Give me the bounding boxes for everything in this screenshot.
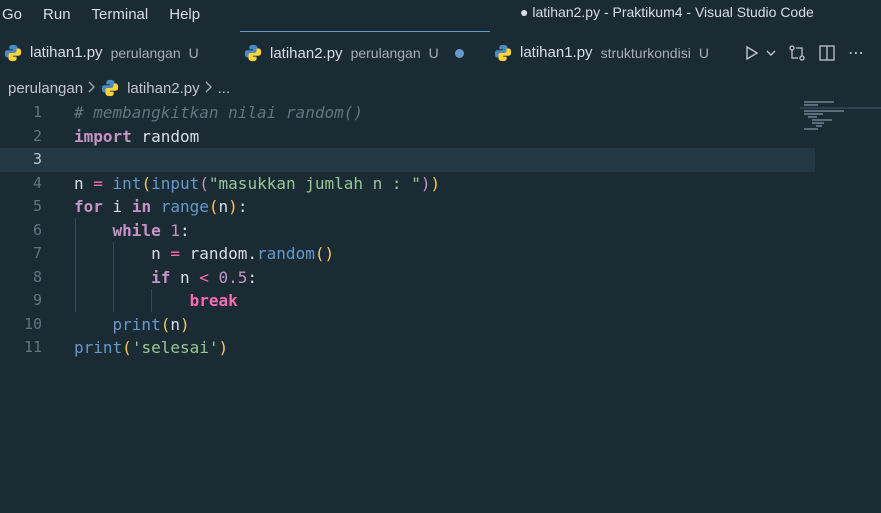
- code-line: 1 # membangkitkan nilai random(): [0, 101, 815, 125]
- chevron-down-icon[interactable]: [766, 48, 776, 58]
- tab-filename: latihan1.py: [520, 44, 593, 61]
- tab-latihan1-strukturkondisi[interactable]: latihan1.py strukturkondisi U: [490, 31, 734, 74]
- menu-go[interactable]: Go: [0, 6, 43, 23]
- line-number: 2: [32, 126, 42, 145]
- untracked-badge: U: [188, 44, 199, 61]
- run-icon[interactable]: [744, 45, 760, 61]
- breadcrumb-symbols[interactable]: ...: [218, 80, 231, 97]
- minimap-line: [812, 119, 832, 121]
- line-text: n = int(input("masukkan jumlah n : ")): [74, 173, 441, 193]
- minimap-line: [816, 125, 822, 127]
- tab-dir: strukturkondisi: [600, 44, 691, 61]
- tab-filename: latihan1.py: [30, 44, 103, 61]
- line-number: 6: [32, 220, 42, 239]
- line-text: import random: [74, 126, 200, 146]
- line-text: if n < 0.5:: [151, 267, 258, 287]
- more-actions-icon[interactable]: ⋯: [848, 43, 864, 63]
- breadcrumb-folder[interactable]: perulangan: [8, 80, 83, 97]
- code-line: 10 print(n): [0, 313, 815, 337]
- menu-help[interactable]: Help: [169, 6, 213, 23]
- line-text: n = random.random(): [74, 244, 335, 263]
- code-line: 5 for i in range(n):: [0, 195, 815, 219]
- line-number: 11: [23, 338, 42, 356]
- code-line: 7 n = random.random(): [0, 242, 815, 266]
- minimap-line: [804, 113, 823, 115]
- menu-run[interactable]: Run: [43, 6, 92, 23]
- line-text: print(n): [112, 314, 190, 334]
- code-line: 8 if n < 0.5:: [0, 266, 815, 290]
- unsaved-dot-icon[interactable]: [454, 48, 464, 58]
- split-editor-icon[interactable]: [818, 44, 836, 62]
- code-editor[interactable]: 1 # membangkitkan nilai random() 2 impor…: [0, 101, 881, 513]
- minimap-line: [804, 101, 834, 103]
- tab-dir: perulangan: [110, 44, 181, 61]
- line-number: 8: [32, 267, 42, 286]
- minimap-line: [812, 122, 824, 124]
- minimap[interactable]: [800, 100, 881, 130]
- line-text: break: [189, 291, 238, 310]
- code-line: 2 import random: [0, 125, 815, 149]
- line-number: 9: [32, 291, 42, 309]
- line-text: for i in range(n):: [74, 197, 248, 216]
- code-line: 9 break: [0, 289, 815, 313]
- line-number: 10: [23, 314, 42, 333]
- code-line: 4 n = int(input("masukkan jumlah n : ")): [0, 172, 815, 196]
- menu-bar: Go Run Terminal Help ● latihan2.py - Pra…: [0, 0, 881, 28]
- untracked-badge: U: [698, 44, 709, 61]
- minimap-line: [808, 116, 817, 118]
- window-title: ● latihan2.py - Praktikum4 - Visual Stud…: [520, 4, 814, 20]
- editor-actions: ⋯: [744, 31, 876, 74]
- menu-terminal[interactable]: Terminal: [92, 6, 170, 23]
- compare-changes-icon[interactable]: [788, 44, 806, 62]
- line-text: while 1:: [112, 220, 190, 240]
- minimap-line: [804, 104, 818, 106]
- python-icon: [101, 79, 119, 97]
- minimap-line: [804, 128, 818, 130]
- chevron-right-icon: [204, 80, 214, 97]
- tab-dir: perulangan: [350, 45, 421, 61]
- tab-latihan2-perulangan[interactable]: latihan2.py perulangan U: [240, 31, 490, 74]
- line-number: 3: [32, 150, 42, 168]
- python-icon: [4, 44, 22, 61]
- current-line: 3: [0, 148, 815, 172]
- breadcrumb-file[interactable]: latihan2.py: [127, 80, 200, 97]
- tab-filename: latihan2.py: [270, 44, 343, 62]
- python-icon: [244, 44, 262, 62]
- breadcrumb: perulangan latihan2.py ...: [0, 76, 881, 100]
- line-number: 7: [32, 244, 42, 262]
- code-line: 11 print('selesai'): [0, 336, 815, 360]
- line-number: 1: [32, 103, 42, 121]
- line-text: # membangkitkan nilai random(): [74, 103, 363, 122]
- code-line: 6 while 1:: [0, 219, 815, 243]
- python-icon: [494, 44, 512, 61]
- chevron-right-icon: [87, 80, 97, 97]
- line-number: 5: [32, 197, 42, 215]
- line-text: print('selesai'): [74, 338, 229, 357]
- minimap-line: [804, 110, 844, 112]
- minimap-current-line: [800, 107, 881, 109]
- untracked-badge: U: [428, 45, 439, 61]
- line-number: 4: [32, 173, 42, 192]
- tab-latihan1-perulangan[interactable]: latihan1.py perulangan U: [0, 31, 240, 74]
